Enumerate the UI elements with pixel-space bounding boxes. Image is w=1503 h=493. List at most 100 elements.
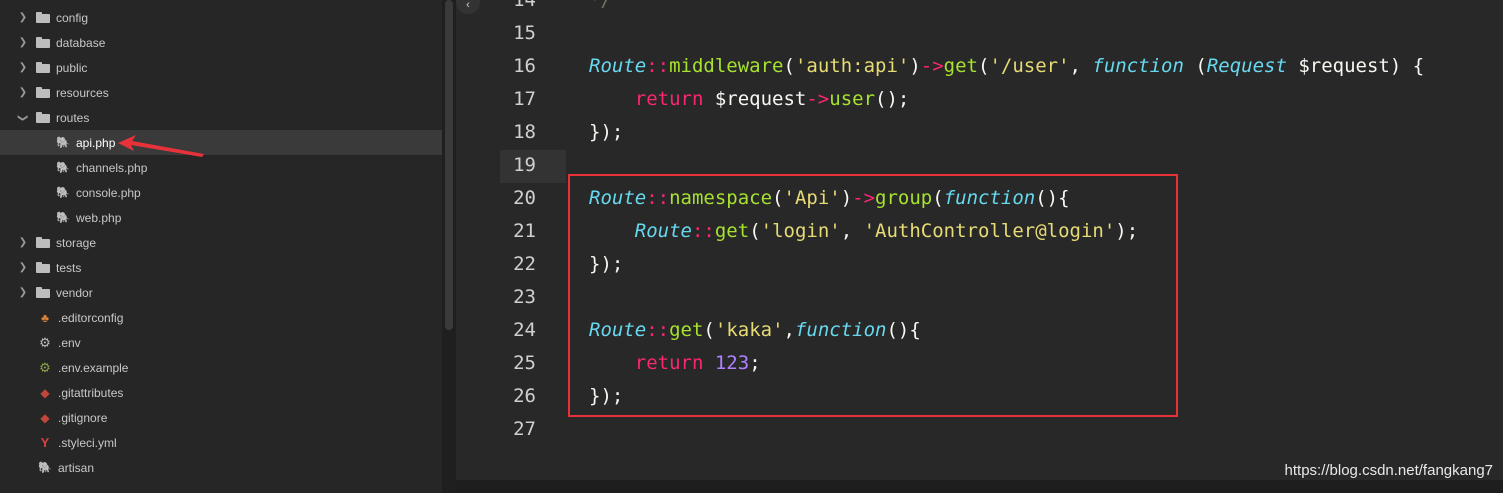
folder-icon <box>36 12 50 23</box>
chevron-right-icon[interactable]: ❯ <box>17 262 29 274</box>
tree-item-label: .env.example <box>58 360 129 375</box>
tree-file-artisan[interactable]: 🐘 artisan <box>0 455 442 480</box>
tree-file-editorconfig[interactable]: ♣ .editorconfig <box>0 305 442 330</box>
tree-item-label: resources <box>56 85 109 100</box>
tree-item-label: vendor <box>56 285 93 300</box>
tree-item-label: tests <box>56 260 82 275</box>
code-token: user <box>829 88 876 110</box>
tree-item-label: database <box>56 35 106 50</box>
tree-item-label: .gitattributes <box>58 385 124 400</box>
git-icon: ◆ <box>40 410 50 425</box>
red-highlight-box-annotation <box>568 174 1178 417</box>
code-token: -> <box>920 55 944 77</box>
tree-file-channels-php[interactable]: 🐘 channels.php <box>0 155 442 180</box>
editorconfig-icon: ♣ <box>41 310 49 325</box>
tree-folder-database[interactable]: ❯ database <box>0 30 442 55</box>
code-token: :: <box>646 55 670 77</box>
tree-item-label: public <box>56 60 88 75</box>
sidebar-scrollbar[interactable] <box>442 0 456 493</box>
yml-icon: Y <box>40 435 50 450</box>
tree-item-label: web.php <box>76 210 122 225</box>
tree-item-label: console.php <box>76 185 141 200</box>
tree-item-label: channels.php <box>76 160 148 175</box>
tree-item-label: .editorconfig <box>58 310 124 325</box>
tree-file-gitattributes[interactable]: ◆ .gitattributes <box>0 380 442 405</box>
line-number: 26 <box>513 385 536 407</box>
tree-folder-vendor[interactable]: ❯ vendor <box>0 280 442 305</box>
code-line-17[interactable]: return $request->user(); <box>589 83 910 116</box>
watermark-text: https://blog.csdn.net/fangkang7 <box>1284 462 1493 479</box>
scrollbar-thumb[interactable] <box>445 0 453 330</box>
tree-file-gitignore[interactable]: ◆ .gitignore <box>0 405 442 430</box>
tree-file-console-php[interactable]: 🐘 console.php <box>0 180 442 205</box>
folder-icon <box>36 262 50 273</box>
tree-item-label: config <box>56 10 89 25</box>
folder-icon <box>36 62 50 73</box>
tree-item-label: api.php <box>76 135 116 150</box>
tree-item-label: storage <box>56 235 97 250</box>
line-number: 20 <box>513 187 536 209</box>
code-token: (); <box>875 88 910 110</box>
php-elephant-icon: 🐘 <box>56 212 70 224</box>
folder-open-icon <box>36 112 50 123</box>
tree-folder-resources[interactable]: ❯ resources <box>0 80 442 105</box>
code-token: -> <box>806 88 830 110</box>
gear-icon: ⚙ <box>39 334 51 350</box>
tree-item-label: routes <box>56 110 90 125</box>
code-token: middleware <box>669 55 784 77</box>
chevron-right-icon[interactable]: ❯ <box>17 237 29 249</box>
code-token: ) { <box>1389 55 1425 77</box>
red-arrow-annotation <box>118 135 204 157</box>
tree-item-label: .gitignore <box>58 410 108 425</box>
line-number: 25 <box>513 352 536 374</box>
gear-icon: ⚙ <box>39 359 51 375</box>
tree-folder-config[interactable]: ❯ config <box>0 5 442 30</box>
tree-folder-tests[interactable]: ❯ tests <box>0 255 442 280</box>
tree-file-web-php[interactable]: 🐘 web.php <box>0 205 442 230</box>
line-number: 16 <box>513 55 536 77</box>
php-elephant-icon: 🐘 <box>38 462 52 474</box>
tree-folder-storage[interactable]: ❯ storage <box>0 230 442 255</box>
tree-file-env-example[interactable]: ⚙ .env.example <box>0 355 442 380</box>
folder-icon <box>36 287 50 298</box>
code-token: ( <box>978 55 990 77</box>
file-tree-sidebar: ❯ config ❯ database ❯ public ❯ resources… <box>0 0 442 493</box>
editor-bottom-bar <box>456 480 1503 493</box>
tree-folder-routes[interactable]: ❯ routes <box>0 105 442 130</box>
tree-item-label: artisan <box>58 460 95 475</box>
chevron-right-icon[interactable]: ❯ <box>17 12 29 24</box>
chevron-down-icon[interactable]: ❯ <box>17 112 29 124</box>
code-token: Request <box>1206 55 1287 77</box>
php-elephant-icon: 🐘 <box>56 162 70 174</box>
tree-file-styleci-yml[interactable]: Y .styleci.yml <box>0 430 442 455</box>
line-number: 15 <box>513 22 536 44</box>
code-token: Route <box>589 55 647 77</box>
tree-folder-public[interactable]: ❯ public <box>0 55 442 80</box>
code-token: return <box>634 88 704 110</box>
code-line-14[interactable]: */ <box>589 0 612 17</box>
git-icon: ◆ <box>40 385 50 400</box>
code-token: $request <box>1286 55 1390 77</box>
tree-item-label: .env <box>58 335 81 350</box>
line-number: 19 <box>513 154 536 176</box>
tree-file-api-php[interactable]: 🐘 api.php <box>0 130 442 155</box>
chevron-right-icon[interactable]: ❯ <box>17 287 29 299</box>
chevron-right-icon[interactable]: ❯ <box>17 87 29 99</box>
code-token: ( <box>1183 55 1207 77</box>
line-number: 24 <box>513 319 536 341</box>
code-token: $request <box>703 88 807 110</box>
code-token: , <box>1069 55 1093 77</box>
chevron-right-icon[interactable]: ❯ <box>17 37 29 49</box>
code-line-18[interactable]: }); <box>589 116 623 149</box>
line-number: 22 <box>513 253 536 275</box>
code-token: ( <box>783 55 795 77</box>
line-number: 27 <box>513 418 536 440</box>
chevron-right-icon[interactable]: ❯ <box>17 62 29 74</box>
line-number: 18 <box>513 121 536 143</box>
folder-icon <box>36 87 50 98</box>
code-token: ) <box>909 55 921 77</box>
line-number: 14 <box>513 0 536 11</box>
php-elephant-icon: 🐘 <box>56 137 70 149</box>
code-line-16[interactable]: Route::middleware('auth:api')->get('/use… <box>589 50 1424 83</box>
tree-file-env[interactable]: ⚙ .env <box>0 330 442 355</box>
